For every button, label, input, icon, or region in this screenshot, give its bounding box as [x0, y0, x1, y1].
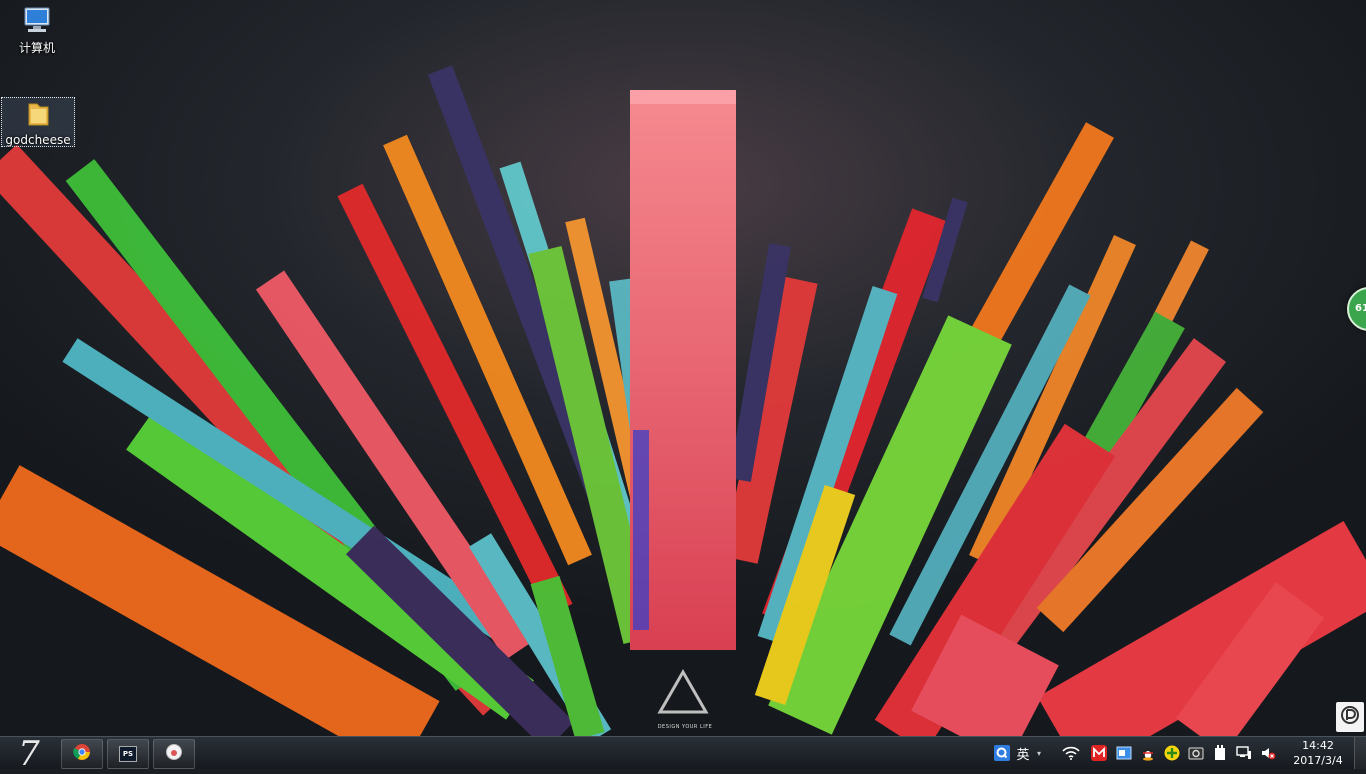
ime-lang-label: 英	[1016, 747, 1030, 763]
gauge-value: 61	[1355, 303, 1366, 314]
corner-app-widget[interactable]	[1336, 702, 1364, 732]
desktop-icon-computer[interactable]: 计算机	[1, 6, 73, 60]
wallpaper-art	[0, 0, 1366, 736]
chrome-icon	[73, 743, 91, 765]
ime-language[interactable]: 英	[1014, 737, 1032, 769]
camera-icon[interactable]	[1185, 737, 1207, 769]
computer-icon	[1, 6, 73, 37]
clock-date: 2017/3/4	[1293, 754, 1343, 767]
desktop-wallpaper: DESIGN YOUR LIFE	[0, 0, 1366, 736]
plus-icon[interactable]	[1161, 737, 1183, 769]
clock-time: 14:42	[1302, 739, 1334, 752]
show-desktop-button[interactable]	[1354, 737, 1366, 769]
wallpaper-caption: DESIGN YOUR LIFE	[657, 724, 713, 730]
window-icon[interactable]	[1113, 737, 1135, 769]
desktop-icon-label: 计算机	[18, 41, 55, 55]
volume-muted-icon[interactable]	[1257, 737, 1279, 769]
clock[interactable]: 14:42 2017/3/4	[1288, 738, 1348, 768]
taskbar: 7 PS 英 ▾ 14:42 2017/3/4	[0, 736, 1366, 771]
chevron-down-icon: ▾	[1036, 748, 1041, 758]
wifi-icon[interactable]	[1060, 737, 1082, 769]
desktop-icon-godcheese[interactable]: godcheese	[1, 97, 75, 147]
folder-icon	[2, 100, 74, 131]
m-icon[interactable]	[1088, 737, 1110, 769]
taskbar-app-other[interactable]	[153, 739, 195, 769]
desktop-icon-label: godcheese	[5, 133, 71, 147]
ime-q-icon[interactable]	[992, 737, 1012, 769]
ps-icon: PS	[119, 746, 137, 762]
network-icon[interactable]	[1233, 737, 1255, 769]
taskbar-app-photoshop[interactable]: PS	[107, 739, 149, 769]
taskbar-app-chrome[interactable]	[61, 739, 103, 769]
battery-icon[interactable]	[1209, 737, 1231, 769]
qq-penguin-icon[interactable]	[1137, 737, 1159, 769]
ime-menu-button[interactable]: ▾	[1034, 737, 1044, 769]
start-button[interactable]: 7	[4, 737, 54, 771]
app-icon	[165, 743, 183, 765]
app-logo-icon	[1340, 705, 1360, 729]
